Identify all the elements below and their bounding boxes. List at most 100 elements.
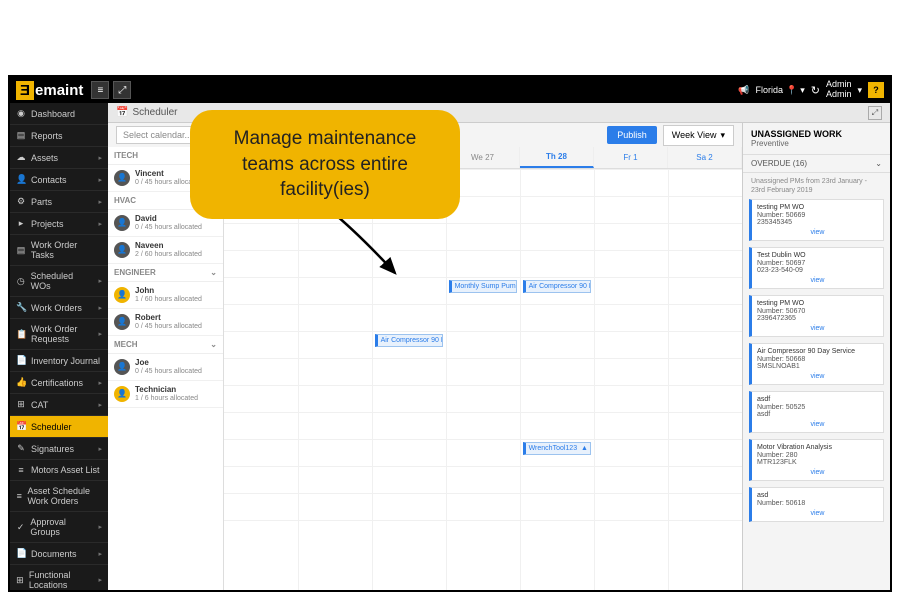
view-link[interactable]: view (757, 325, 878, 332)
nav-scheduled-wos[interactable]: ◷Scheduled WOs▸ (10, 266, 108, 297)
view-link[interactable]: view (757, 421, 878, 428)
pin-icon: 📍 (786, 85, 797, 96)
work-card[interactable]: Test Dublin WONumber: 50697023-23-540-09… (749, 247, 884, 289)
chevron-icon: ▸ (98, 379, 102, 387)
chevron-icon: ▸ (98, 550, 102, 558)
avatar: 👤 (114, 287, 130, 303)
chevron-icon: ▸ (98, 401, 102, 409)
nav-icon: 👤 (16, 174, 26, 185)
person-row[interactable]: 👤Robert0 / 45 hours allocated (108, 309, 223, 336)
avatar: 👤 (114, 170, 130, 186)
unassigned-panel: UNASSIGNED WORK Preventive OVERDUE (16)⌄… (742, 123, 890, 590)
menu-icon[interactable]: ≡ (91, 81, 109, 99)
help-button[interactable]: ? (868, 82, 884, 98)
nav-signatures[interactable]: ✎Signatures▸ (10, 438, 108, 460)
nav-icon: ☁ (16, 152, 26, 163)
nav-icon: 📋 (16, 329, 26, 340)
avatar: 👤 (114, 242, 130, 258)
chevron-icon: ▸ (98, 277, 102, 285)
chevron-icon: ▸ (98, 304, 102, 312)
work-card[interactable]: asdfNumber: 50525asdfview (749, 391, 884, 433)
nav-reports[interactable]: ▤Reports (10, 125, 108, 147)
user-menu[interactable]: Admin Admin (826, 80, 852, 100)
avatar: 👤 (114, 359, 130, 375)
nav-work-order-requests[interactable]: 📋Work Order Requests▸ (10, 319, 108, 350)
avatar: 👤 (114, 386, 130, 402)
overdue-section[interactable]: OVERDUE (16)⌄ (743, 154, 890, 173)
view-select[interactable]: Week View▾ (663, 125, 734, 146)
person-row[interactable]: 👤Joe0 / 45 hours allocated (108, 354, 223, 381)
view-link[interactable]: view (757, 373, 878, 380)
group-header[interactable]: ENGINEER⌄ (108, 264, 223, 282)
nav-icon: ⊞ (16, 575, 24, 586)
nav-work-order-tasks[interactable]: ▤Work Order Tasks (10, 235, 108, 266)
nav-icon: 👍 (16, 377, 26, 388)
nav-parts[interactable]: ⚙Parts▸ (10, 191, 108, 213)
publish-button[interactable]: Publish (607, 126, 657, 144)
nav-inventory-journal[interactable]: 📄Inventory Journal (10, 350, 108, 372)
nav-projects[interactable]: ▸Projects▸ (10, 213, 108, 235)
panel-note: Unassigned PMs from 23rd January - 23rd … (743, 173, 890, 199)
location-selector[interactable]: Florida📍▾ (755, 85, 804, 96)
avatar: 👤 (114, 314, 130, 330)
work-card[interactable]: testing PM WONumber: 50669235345345view (749, 199, 884, 241)
nav-icon: ✎ (16, 443, 26, 454)
avatar: 👤 (114, 215, 130, 231)
logo: Ǝemaint (16, 81, 83, 100)
person-row[interactable]: 👤John1 / 60 hours allocated (108, 282, 223, 309)
nav-assets[interactable]: ☁Assets▸ (10, 147, 108, 169)
work-card[interactable]: Motor Vibration AnalysisNumber: 280MTR12… (749, 439, 884, 481)
work-card[interactable]: Air Compressor 90 Day ServiceNumber: 506… (749, 343, 884, 385)
nav-functional-locations[interactable]: ⊞Functional Locations▸ (10, 565, 108, 590)
day-header[interactable]: Sa 2 (668, 147, 742, 168)
group-header[interactable]: MECH⌄ (108, 336, 223, 354)
calendar-event[interactable]: Air Compressor 90 D... (375, 334, 444, 347)
chevron-down-icon: ⌄ (210, 340, 217, 349)
calendar-event[interactable]: Monthly Sump Pump... (449, 280, 518, 293)
nav-icon: 📄 (16, 548, 26, 559)
day-header[interactable]: Fr 1 (594, 147, 668, 168)
calendar-event[interactable]: Air Compressor 90 D... (523, 280, 592, 293)
announce-icon[interactable]: 📢 (738, 85, 749, 96)
nav-cat[interactable]: ⊞CAT▸ (10, 394, 108, 416)
chevron-down-icon: ⌄ (210, 268, 217, 277)
day-header[interactable]: Th 28 (520, 147, 594, 168)
warning-icon: ▲ (581, 445, 588, 452)
nav-certifications[interactable]: 👍Certifications▸ (10, 372, 108, 394)
nav-icon: ▤ (16, 245, 26, 256)
view-link[interactable]: view (757, 510, 878, 517)
topbar: Ǝemaint ≡ ⤢ 📢 Florida📍▾ ↻ Admin Admin ▾ … (10, 77, 890, 103)
chevron-icon: ▸ (98, 576, 102, 584)
work-card[interactable]: asdNumber: 50618view (749, 487, 884, 522)
nav-asset-schedule-work-orders[interactable]: ≡Asset Schedule Work Orders (10, 481, 108, 512)
nav-dashboard[interactable]: ◉Dashboard (10, 103, 108, 125)
nav-documents[interactable]: 📄Documents▸ (10, 543, 108, 565)
nav-scheduler[interactable]: 📅Scheduler (10, 416, 108, 438)
refresh-icon[interactable]: ↻ (811, 84, 820, 97)
nav-icon: ⚙ (16, 196, 26, 207)
nav-approval-groups[interactable]: ✓Approval Groups▸ (10, 512, 108, 543)
panel-subtitle: Preventive (751, 139, 882, 148)
view-link[interactable]: view (757, 469, 878, 476)
chevron-icon: ▸ (98, 523, 102, 531)
nav-contacts[interactable]: 👤Contacts▸ (10, 169, 108, 191)
view-link[interactable]: view (757, 229, 878, 236)
nav-icon: ≡ (16, 491, 22, 501)
chevron-down-icon: ▾ (720, 130, 725, 141)
nav-icon: ⊞ (16, 399, 26, 410)
nav-icon: ◉ (16, 108, 26, 119)
nav-work-orders[interactable]: 🔧Work Orders▸ (10, 297, 108, 319)
callout-annotation: Manage maintenance teams across entire f… (190, 110, 460, 219)
work-card[interactable]: testing PM WONumber: 506702396472365view (749, 295, 884, 337)
chevron-icon: ▸ (98, 154, 102, 162)
person-row[interactable]: 👤Naveen2 / 60 hours allocated (108, 237, 223, 264)
sidebar: ◉Dashboard▤Reports☁Assets▸👤Contacts▸⚙Par… (10, 103, 108, 590)
nav-motors-asset-list[interactable]: ≡Motors Asset List (10, 460, 108, 481)
fullscreen-button[interactable]: ⤢ (868, 106, 882, 120)
calendar-icon: 📅 (116, 107, 128, 118)
calendar-event[interactable]: WrenchTool123 ▲ (523, 442, 592, 455)
person-row[interactable]: 👤Technician1 / 6 hours allocated (108, 381, 223, 408)
expand-icon[interactable]: ⤢ (113, 81, 131, 99)
view-link[interactable]: view (757, 277, 878, 284)
nav-icon: ◷ (16, 276, 26, 287)
